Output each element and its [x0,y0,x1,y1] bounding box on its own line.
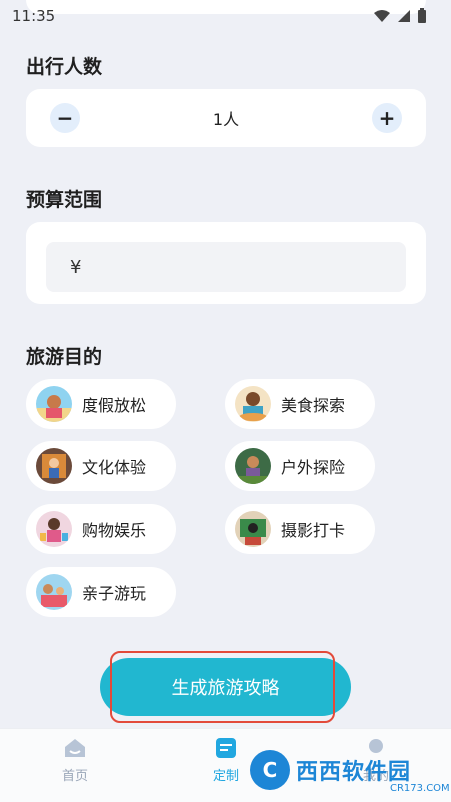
purpose-culture[interactable]: 文化体验 [26,441,176,491]
home-icon [65,739,85,757]
highlight-box [110,651,335,723]
travelers-stepper: − 1人 + [26,89,426,147]
watermark-text: 西西软件园 [296,760,412,785]
culture-avatar-icon [36,448,72,484]
purpose-photo[interactable]: 摄影打卡 [225,504,375,554]
family-avatar-icon [36,574,72,610]
nav-home[interactable]: 首页 [35,737,115,784]
increase-button[interactable]: + [372,103,402,133]
budget-input[interactable]: ¥ [46,242,406,292]
purpose-label: 户外探险 [281,458,346,477]
purpose-outdoor[interactable]: 户外探险 [225,441,375,491]
shopping-avatar-icon [36,511,72,547]
purpose-relax[interactable]: 度假放松 [26,379,176,429]
purposes-title: 旅游目的 [26,346,103,368]
purpose-family[interactable]: 亲子游玩 [26,567,176,617]
status-time: 11:35 [12,7,56,25]
purpose-label: 度假放松 [82,396,147,415]
nav-label: 首页 [61,769,88,784]
purpose-label: 亲子游玩 [82,584,147,603]
watermark-subtext: CR173.COM [390,783,450,794]
photo-avatar-icon [235,511,271,547]
currency-symbol: ¥ [70,256,82,278]
watermark: C 西西软件园 [250,748,411,792]
signal-icon [398,10,410,22]
outdoor-avatar-icon [235,448,271,484]
beach-avatar-icon [36,386,72,422]
purpose-shopping[interactable]: 购物娱乐 [26,504,176,554]
purpose-food[interactable]: 美食探索 [225,379,375,429]
purpose-label: 摄影打卡 [281,521,346,540]
watermark-logo: C [250,750,290,790]
budget-title: 预算范围 [26,189,103,211]
wifi-icon [374,10,390,22]
budget-card: ¥ [26,222,426,304]
decrease-button[interactable]: − [50,103,80,133]
food-avatar-icon [235,386,271,422]
document-icon [216,738,236,758]
nav-label: 定制 [212,769,239,784]
travelers-count: 1人 [212,110,240,129]
purpose-label: 文化体验 [82,458,147,477]
status-icons [373,8,427,24]
purpose-label: 美食探索 [281,396,346,415]
purpose-label: 购物娱乐 [82,521,147,540]
status-bar: 11:35 [0,0,451,32]
battery-icon [418,8,426,23]
travelers-title: 出行人数 [26,56,103,78]
